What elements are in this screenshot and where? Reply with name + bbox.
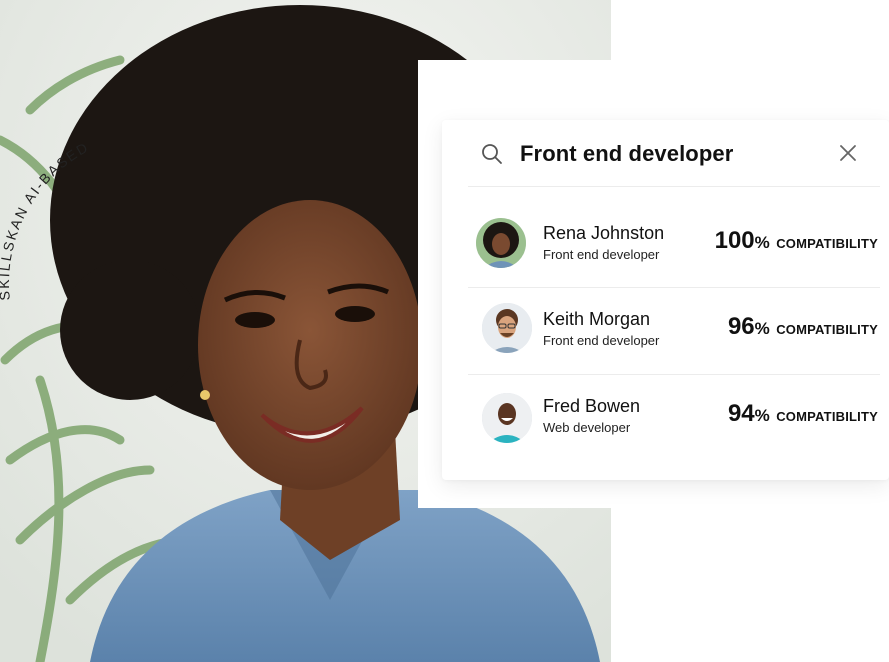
avatar (482, 303, 532, 353)
avatar (482, 393, 532, 443)
face (198, 200, 422, 490)
search-icon (482, 144, 502, 164)
candidate-role: Web developer (543, 420, 631, 435)
candidate-role: Front end developer (543, 333, 660, 348)
candidate-name: Rena Johnston (543, 223, 665, 243)
compatibility-score: 94% COMPATIBILITY (727, 400, 878, 427)
search-query[interactable]: Front end developer (520, 141, 733, 167)
result-item[interactable]: Fred Bowen Web developer 94% COMPATIBILI… (468, 373, 880, 459)
candidate-name: Keith Morgan (543, 309, 651, 329)
search-bar[interactable]: Front end developer (468, 122, 880, 186)
compatibility-score: 96% COMPATIBILITY (727, 313, 878, 340)
candidate-name: Fred Bowen (543, 396, 641, 416)
avatar (476, 218, 526, 268)
close-icon[interactable] (838, 143, 858, 163)
compatibility-score: 100% COMPATIBILITY (714, 227, 878, 254)
result-item[interactable]: Rena Johnston Front end developer 100% C… (468, 200, 880, 286)
result-item[interactable]: Keith Morgan Front end developer 96% COM… (468, 286, 880, 372)
divider (468, 186, 880, 187)
candidate-role: Front end developer (543, 247, 660, 262)
